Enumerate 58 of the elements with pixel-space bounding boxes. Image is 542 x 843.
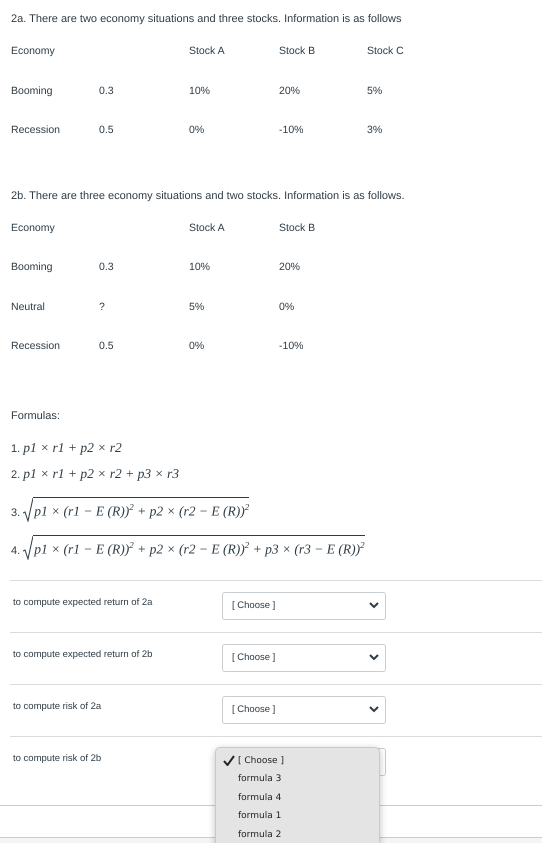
table-cell-text: ? <box>99 300 106 312</box>
column-header: Stock C <box>367 45 405 57</box>
table-cell-text: Neutral <box>11 300 46 312</box>
formula-expression: p1 × (r1 − E (R))$^{2}$ + p2 × (r2 − E (R))$^{2}$ <box>33 497 250 522</box>
table-cell-text: Recession <box>11 124 62 136</box>
table-cell-text: Recession <box>11 340 62 352</box>
column-header: Stock B <box>279 222 316 234</box>
table-cell-text: Booming <box>11 84 54 96</box>
formula-expression: p1 × (r1 − E (R))$^{2}$ + p2 × (r2 − E (R))$^{2}$ + p3 × (r3 − E (R))$^{2}$ <box>33 535 365 560</box>
chevron-down-icon <box>369 706 379 713</box>
table-cell-text: 0% <box>189 340 206 352</box>
table-cell-text: -10% <box>279 340 305 352</box>
formula-number: 1. <box>11 442 20 456</box>
table-cell-text: 0.3 <box>99 261 115 273</box>
square-root-icon <box>23 536 34 560</box>
formula-expression: p1 × r1 + p2 × r2 <box>23 438 122 457</box>
formula-number: 4. <box>11 544 20 558</box>
choose-dropdown[interactable]: [ Choose ] <box>222 592 386 620</box>
table-cell-text: 10% <box>189 261 212 273</box>
chevron-down-icon <box>369 654 379 661</box>
table-cell-text: 0.5 <box>99 124 115 136</box>
table-cell-text: 0.3 <box>99 84 115 96</box>
column-header: Stock A <box>189 222 226 234</box>
dropdown-option[interactable]: formula 4 <box>216 788 379 807</box>
question-label: to compute risk of 2b <box>12 752 102 766</box>
question-label: to compute risk of 2a <box>12 700 102 714</box>
table-cell-text: 20% <box>279 261 302 273</box>
table-cell-text: 3% <box>367 124 384 136</box>
column-header: Stock A <box>189 45 226 57</box>
dropdown-option[interactable]: formula 2 <box>216 826 379 843</box>
column-header: Economy <box>11 45 56 57</box>
table-cell-text: 20% <box>279 84 302 96</box>
question-label: to compute expected return of 2b <box>12 648 154 662</box>
question-label: to compute expected return of 2a <box>12 596 154 610</box>
square-root-icon <box>23 498 34 522</box>
table-cell-text: 0.5 <box>99 340 115 352</box>
column-header: Stock B <box>279 45 316 57</box>
dropdown-option[interactable]: formula 3 <box>216 770 379 788</box>
formula-number: 2. <box>11 468 20 482</box>
dropdown-option[interactable]: [ Choose ] <box>216 752 379 770</box>
dropdown-option[interactable]: formula 1 <box>216 807 379 826</box>
table-cell-text: 5% <box>189 300 206 312</box>
table-cell-text: 0% <box>189 124 206 136</box>
choose-dropdown[interactable]: [ Choose ] <box>222 644 386 672</box>
formula-number: 3. <box>11 506 20 520</box>
checkmark-icon <box>223 755 235 766</box>
column-header: Economy <box>11 222 56 234</box>
formulas-heading: Formulas: <box>11 410 61 422</box>
table-cell-text: Booming <box>11 261 54 273</box>
formula-expression: p1 × r1 + p2 × r2 + p3 × r3 <box>23 464 179 483</box>
chevron-down-icon <box>369 602 379 609</box>
table-cell-text: 10% <box>189 84 212 96</box>
choose-dropdown[interactable]: [ Choose ] <box>222 696 386 724</box>
intro-text: 2a. There are two economy situations and three stocks. Information is as follows <box>11 12 402 27</box>
table-cell-text: -10% <box>279 124 305 136</box>
table-cell-text: 0% <box>279 300 296 312</box>
table-cell-text: 5% <box>367 84 384 96</box>
intro-text: 2b. There are three economy situations and two stocks. Information is as follows. <box>11 188 406 204</box>
